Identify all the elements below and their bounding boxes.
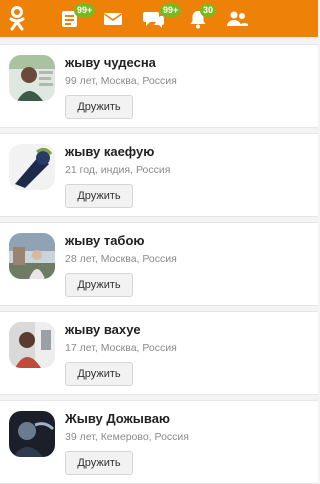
notifications-badge: 30	[200, 4, 217, 17]
messages-icon[interactable]	[101, 0, 125, 37]
person-info: 39 лет, Кемерово, Россия	[65, 431, 189, 443]
person-name[interactable]: жыву табою	[65, 233, 145, 248]
list-item[interactable]: жыву табою 28 лет, Москва, Россия Дружит…	[0, 222, 318, 306]
add-friend-button[interactable]: Дружить	[65, 362, 133, 386]
avatar[interactable]	[9, 144, 55, 190]
person-name[interactable]: жыву каефую	[65, 144, 154, 159]
list-item[interactable]: жыву вахуе 17 лет, Москва, Россия Дружит…	[0, 311, 318, 395]
list-item[interactable]: Жыву Дожываю 39 лет, Кемерово, Россия Др…	[0, 400, 318, 484]
avatar[interactable]	[9, 322, 55, 368]
friends-icon[interactable]	[224, 0, 250, 37]
add-friend-button[interactable]: Дружить	[65, 273, 133, 297]
avatar[interactable]	[9, 55, 55, 101]
person-info: 17 лет, Москва, Россия	[65, 342, 177, 354]
top-navigation-bar: 99+ 99+ 30	[0, 0, 318, 37]
list-item[interactable]: жыву каефую 21 год, индия, Россия Дружит…	[0, 133, 318, 217]
person-name[interactable]: Жыву Дожываю	[65, 411, 170, 426]
person-name[interactable]: жыву чудесна	[65, 55, 156, 70]
discussions-badge: 99+	[160, 4, 182, 17]
list-item[interactable]: жыву чудесна 99 лет, Москва, Россия Друж…	[0, 44, 318, 128]
feed-badge: 99+	[74, 4, 96, 17]
person-info: 99 лет, Москва, Россия	[65, 75, 177, 87]
person-info: 28 лет, Москва, Россия	[65, 253, 177, 265]
avatar[interactable]	[9, 233, 55, 279]
add-friend-button[interactable]: Дружить	[65, 95, 133, 119]
add-friend-button[interactable]: Дружить	[65, 184, 133, 208]
ok-logo-icon[interactable]	[4, 0, 30, 37]
add-friend-button[interactable]: Дружить	[65, 451, 133, 475]
person-name[interactable]: жыву вахуе	[65, 322, 141, 337]
person-info: 21 год, индия, Россия	[65, 164, 171, 176]
avatar[interactable]	[9, 411, 55, 457]
